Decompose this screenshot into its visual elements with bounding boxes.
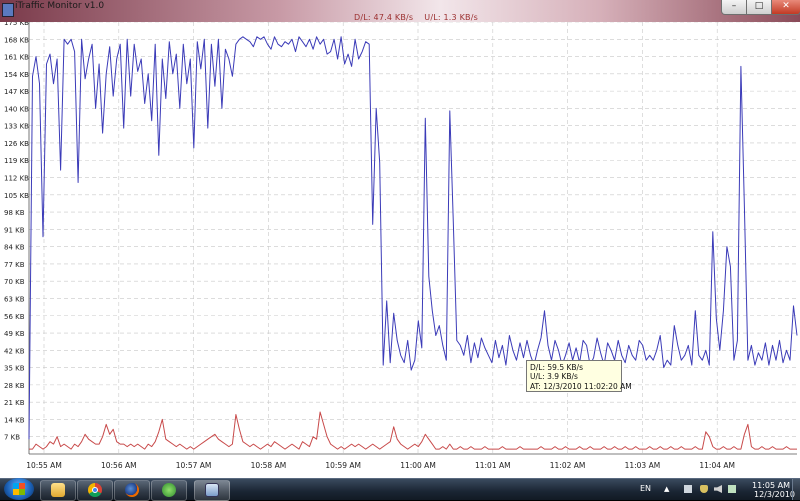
download-series-line [28,36,798,440]
y-tick-label: 70 KB [4,278,25,286]
y-tick-label: 35 KB [4,365,25,373]
chrome-icon [88,483,102,497]
y-tick-label: 42 KB [4,347,25,355]
y-tick-label: 98 KB [4,209,25,217]
windows-logo-icon [13,483,25,495]
x-tick-label: 11:01 AM [475,461,511,470]
folder-icon [51,483,65,497]
y-tick-label: 105 KB [4,192,29,200]
language-indicator[interactable]: EN [640,484,651,493]
x-tick-label: 11:00 AM [400,461,436,470]
power-icon[interactable] [728,485,736,493]
taskbar-explorer[interactable] [40,480,76,501]
y-tick-label: 21 KB [4,399,25,407]
tooltip-download: D/L: 59.5 KB/s [530,363,583,372]
y-tick-label: 84 KB [4,244,25,252]
x-tick-label: 11:03 AM [625,461,661,470]
volume-icon[interactable] [714,485,722,493]
clock-date[interactable]: 12/3/2010 [754,490,795,499]
y-tick-label: 175 KB [4,22,29,27]
taskbar: EN ▲ 11:05 AM 12/3/2010 [0,478,800,501]
minimize-button[interactable]: – [721,0,747,15]
x-tick-label: 10:55 AM [26,461,62,470]
y-tick-label: 161 KB [4,54,29,62]
utorrent-icon [162,483,176,497]
monitor-app-icon [205,483,219,497]
taskbar-utorrent[interactable] [151,480,187,501]
x-tick-label: 10:57 AM [176,461,212,470]
x-tick-label: 10:59 AM [325,461,361,470]
y-tick-label: 147 KB [4,88,29,96]
close-button[interactable]: ✕ [771,0,800,15]
y-tick-label: 7 KB [4,434,20,442]
y-tick-label: 63 KB [4,295,25,303]
data-tooltip: D/L: 59.5 KB/s U/L: 3.9 KB/s AT: 12/3/20… [526,360,632,392]
y-tick-label: 14 KB [4,416,25,424]
network-icon[interactable] [684,485,692,493]
taskbar-chrome[interactable] [77,480,113,501]
taskbar-firefox[interactable] [114,480,150,501]
y-tick-label: 49 KB [4,330,25,338]
x-tick-label: 10:58 AM [251,461,287,470]
tray-expand-icon[interactable]: ▲ [664,485,672,493]
app-icon [2,3,14,17]
y-tick-label: 119 KB [4,157,29,165]
tooltip-upload: U/L: 3.9 KB/s [530,372,578,382]
y-tick-label: 133 KB [4,123,29,131]
title-bar[interactable]: iTraffic Monitor v1.0 D/L: 47.4 KB/s U/L… [0,0,800,22]
taskbar-itraffic-monitor[interactable] [194,480,230,501]
y-tick-label: 28 KB [4,382,25,390]
x-tick-label: 11:04 AM [699,461,735,470]
maximize-button[interactable]: □ [746,0,772,15]
traffic-chart[interactable]: 175 KB 168 KB 161 KB 154 KB 147 KB 140 KB 133 … [0,22,800,478]
clock-time[interactable]: 11:05 AM [752,481,790,490]
window-title: iTraffic Monitor v1.0 [15,1,105,11]
x-tick-label: 11:02 AM [550,461,586,470]
x-tick-label: 10:56 AM [101,461,137,470]
show-desktop-button[interactable] [792,479,800,500]
tooltip-timestamp: AT: 12/3/2010 11:02:20 AM [530,381,632,391]
shield-icon[interactable] [700,485,708,493]
chart-svg: 175 KB 168 KB 161 KB 154 KB 147 KB 140 KB 133 … [4,22,798,470]
start-button[interactable] [4,478,34,500]
traffic-status: D/L: 47.4 KB/s U/L: 1.3 KB/s [354,13,478,22]
y-tick-label: 91 KB [4,226,25,234]
y-tick-label: 168 KB [4,36,29,44]
upload-series-line [29,411,797,450]
y-tick-label: 77 KB [4,261,25,269]
y-tick-label: 112 KB [4,175,29,183]
y-tick-label: 154 KB [4,71,29,79]
y-tick-label: 126 KB [4,140,29,148]
y-tick-label: 56 KB [4,313,25,321]
firefox-icon [125,483,139,497]
y-tick-label: 140 KB [4,105,29,113]
